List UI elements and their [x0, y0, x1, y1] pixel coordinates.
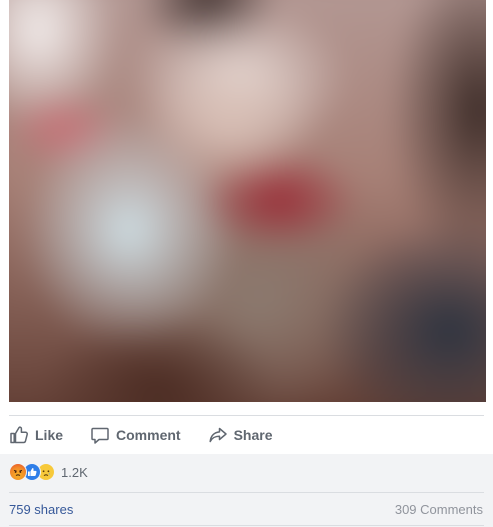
share-button[interactable]: Share [208, 420, 273, 450]
angry-reaction-icon [9, 463, 27, 481]
divider [9, 525, 484, 526]
reaction-count: 1.2K [61, 464, 88, 480]
share-label: Share [233, 427, 273, 443]
post-photo[interactable] [9, 0, 486, 402]
share-arrow-icon [208, 425, 228, 445]
post-footer: 1.2K 759 shares 309 Comments [0, 454, 493, 527]
divider [9, 492, 484, 493]
like-label: Like [35, 427, 64, 443]
shares-count-link[interactable]: 759 shares [9, 502, 73, 517]
like-button[interactable]: Like [9, 420, 63, 450]
blurred-photo-content [9, 0, 486, 402]
thumbs-up-icon [9, 425, 29, 445]
feed-post: Like Comment Share 1.2K 759 shares 309 C… [0, 0, 493, 527]
reactions-summary[interactable]: 1.2K [9, 462, 88, 482]
comment-bubble-icon [90, 425, 110, 445]
comment-label: Comment [116, 427, 181, 443]
post-action-bar: Like Comment Share [9, 416, 484, 454]
comment-button[interactable]: Comment [90, 420, 181, 450]
comments-count-link[interactable]: 309 Comments [395, 502, 483, 517]
